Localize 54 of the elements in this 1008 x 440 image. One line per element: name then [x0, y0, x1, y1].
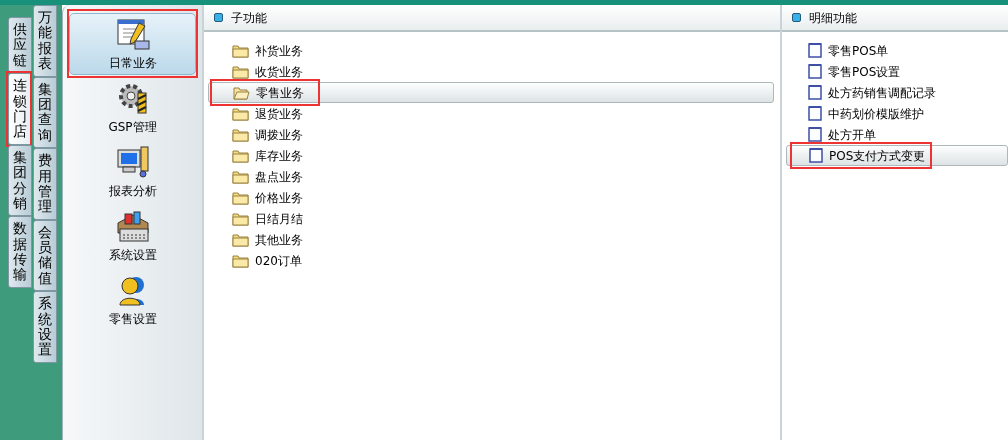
panel-title: 子功能: [231, 9, 267, 27]
folder-item[interactable]: 020订单: [208, 250, 774, 271]
side-tab[interactable]: 数据传输: [8, 216, 32, 288]
folder-item[interactable]: 其他业务: [208, 229, 774, 250]
document-icon: [809, 148, 823, 163]
notepad-pencil-icon: [114, 17, 151, 51]
function-item[interactable]: POS支付方式变更: [786, 145, 1008, 166]
side-tab[interactable]: 万能报表: [33, 5, 57, 77]
toolbox-icon: [114, 209, 151, 243]
folder-item[interactable]: 收货业务: [208, 61, 774, 82]
folder-icon: [232, 127, 249, 142]
side-tab[interactable]: 费用管理: [33, 148, 57, 220]
panel-title: 明细功能: [809, 9, 857, 27]
folder-item[interactable]: 日结月结: [208, 208, 774, 229]
bullet-icon: [214, 13, 223, 22]
document-icon: [808, 43, 822, 58]
folder-icon: [232, 64, 249, 79]
function-item[interactable]: 零售POS单: [786, 40, 1008, 61]
folder-icon: [232, 211, 249, 226]
bullet-icon: [792, 13, 801, 22]
function-item[interactable]: 处方药销售调配记录: [786, 82, 1008, 103]
folder-item[interactable]: 零售业务: [208, 82, 774, 103]
folder-item[interactable]: 补货业务: [208, 40, 774, 61]
side-tab[interactable]: 连锁门店: [8, 73, 32, 145]
side-tab[interactable]: 会员储值: [33, 219, 57, 292]
side-tab[interactable]: 集团分销: [8, 144, 32, 217]
side-tab[interactable]: 集团查询: [33, 76, 57, 149]
module-button[interactable]: GSP管理: [69, 77, 196, 139]
document-icon: [808, 64, 822, 79]
folder-icon: [232, 190, 249, 205]
folder-icon: [233, 85, 250, 100]
side-tab[interactable]: 供应链: [8, 17, 32, 74]
module-button[interactable]: 报表分析: [69, 141, 196, 203]
document-icon: [808, 106, 822, 121]
module-button[interactable]: 系统设置: [69, 205, 196, 267]
folder-item[interactable]: 价格业务: [208, 187, 774, 208]
side-tab[interactable]: 系统设置: [33, 291, 57, 363]
folder-item[interactable]: 盘点业务: [208, 166, 774, 187]
folder-item[interactable]: 退货业务: [208, 103, 774, 124]
folder-item[interactable]: 库存业务: [208, 145, 774, 166]
computer-icon: [115, 145, 150, 179]
folder-icon: [232, 106, 249, 121]
module-button[interactable]: 零售设置: [69, 269, 196, 331]
folder-icon: [232, 148, 249, 163]
document-icon: [808, 127, 822, 142]
function-item[interactable]: 中药划价模版维护: [786, 103, 1008, 124]
folder-icon: [232, 43, 249, 58]
function-item[interactable]: 处方开单: [786, 124, 1008, 145]
folder-icon: [232, 232, 249, 247]
folder-icon: [232, 169, 249, 184]
folder-icon: [232, 253, 249, 268]
document-icon: [808, 85, 822, 100]
folder-item[interactable]: 调拨业务: [208, 124, 774, 145]
function-item[interactable]: 零售POS设置: [786, 61, 1008, 82]
